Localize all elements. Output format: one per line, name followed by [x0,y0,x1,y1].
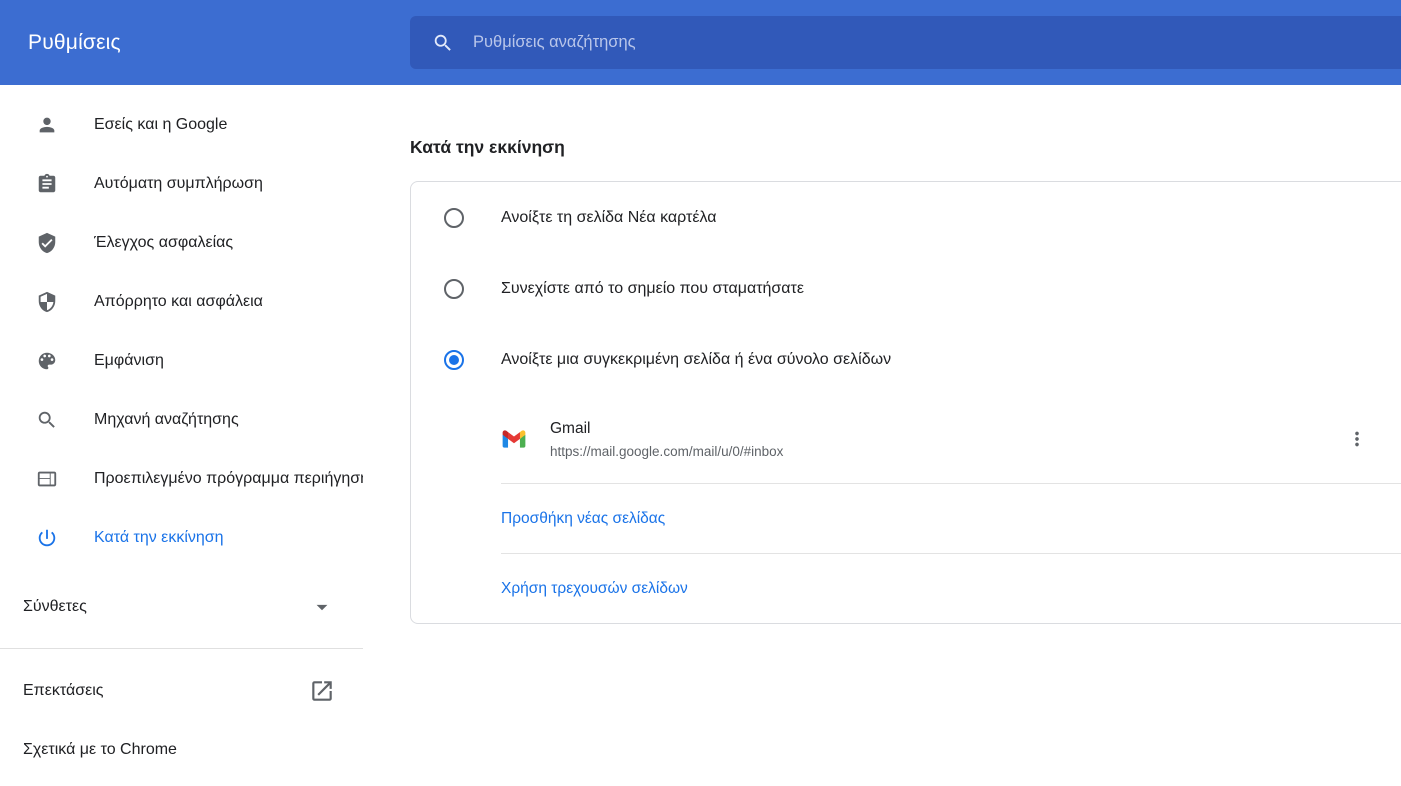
sidebar: Εσείς και η Google Αυτόματη συμπλήρωση Έ… [0,85,363,779]
advanced-label: Σύνθετες [23,598,87,616]
sidebar-item-label: Προεπιλεγμένο πρόγραμμα περιήγησης [94,470,363,488]
startup-page-info: Gmail https://mail.google.com/mail/u/0/#… [550,420,783,459]
sidebar-item-extensions[interactable]: Επεκτάσεις [0,661,363,720]
chevron-down-icon [309,594,335,620]
extensions-label: Επεκτάσεις [23,682,103,700]
default-browser-icon [36,468,58,490]
page-title: Ρυθμίσεις [28,31,121,55]
autofill-clipboard-icon [36,173,58,195]
more-vert-icon [1346,428,1368,450]
sidebar-item-autofill[interactable]: Αυτόματη συμπλήρωση [0,154,363,213]
sidebar-item-label: Απόρρητο και ασφάλεια [94,293,263,311]
sidebar-item-label: Εμφάνιση [94,352,164,370]
sidebar-item-about-chrome[interactable]: Σχετικά με το Chrome [0,720,363,779]
open-in-new-icon [309,678,335,704]
add-new-page-label: Προσθήκη νέας σελίδας [501,510,665,528]
settings-search-bar[interactable] [410,16,1401,69]
radio-option-open-specific-pages[interactable]: Ανοίξτε μια συγκεκριμένη σελίδα ή ένα σύ… [411,324,1401,395]
person-icon [36,114,58,136]
sidebar-item-label: Μηχανή αναζήτησης [94,411,239,429]
startup-page-row: Gmail https://mail.google.com/mail/u/0/#… [411,395,1401,483]
about-chrome-label: Σχετικά με το Chrome [23,741,177,759]
sidebar-item-safety-check[interactable]: Έλεγχος ασφαλείας [0,213,363,272]
radio-option-open-new-tab-page[interactable]: Ανοίξτε τη σελίδα Νέα καρτέλα [411,182,1401,253]
sidebar-item-privacy[interactable]: Απόρρητο και ασφάλεια [0,272,363,331]
appearance-palette-icon [36,350,58,372]
more-actions-button[interactable] [1339,421,1375,457]
section-title: Κατά την εκκίνηση [410,137,1401,158]
sidebar-item-label: Εσείς και η Google [94,116,227,134]
sidebar-item-appearance[interactable]: Εμφάνιση [0,331,363,390]
privacy-shield-icon [36,291,58,313]
on-startup-card: Ανοίξτε τη σελίδα Νέα καρτέλα Συνεχίστε … [410,181,1401,624]
sidebar-item-default-browser[interactable]: Προεπιλεγμένο πρόγραμμα περιήγησης [0,449,363,508]
gmail-icon [501,426,527,452]
sidebar-advanced-toggle[interactable]: Σύνθετες [0,577,363,636]
radio-button-selected[interactable] [444,350,464,370]
search-icon [432,32,454,54]
radio-option-label: Ανοίξτε τη σελίδα Νέα καρτέλα [501,209,717,227]
power-icon [36,527,58,549]
sidebar-item-label: Έλεγχος ασφαλείας [94,234,233,252]
search-input[interactable] [471,32,1400,53]
sidebar-divider [0,648,363,649]
startup-page-url: https://mail.google.com/mail/u/0/#inbox [550,444,783,459]
radio-option-label: Συνεχίστε από το σημείο που σταματήσατε [501,280,804,298]
header: Ρυθμίσεις [0,0,1401,85]
startup-page-title: Gmail [550,420,783,438]
radio-option-label: Ανοίξτε μια συγκεκριμένη σελίδα ή ένα σύ… [501,351,891,369]
add-new-page-button[interactable]: Προσθήκη νέας σελίδας [411,484,1401,553]
sidebar-item-label: Κατά την εκκίνηση [94,529,224,547]
safety-check-shield-icon [36,232,58,254]
radio-button-unselected[interactable] [444,279,464,299]
main-content: Κατά την εκκίνηση Ανοίξτε τη σελίδα Νέα … [410,85,1401,624]
sidebar-item-you-and-google[interactable]: Εσείς και η Google [0,95,363,154]
sidebar-item-on-startup[interactable]: Κατά την εκκίνηση [0,508,363,567]
use-current-pages-button[interactable]: Χρήση τρεχουσών σελίδων [411,554,1401,623]
radio-option-continue-where-left-off[interactable]: Συνεχίστε από το σημείο που σταματήσατε [411,253,1401,324]
search-engine-icon [36,409,58,431]
use-current-pages-label: Χρήση τρεχουσών σελίδων [501,580,688,598]
sidebar-item-label: Αυτόματη συμπλήρωση [94,175,263,193]
sidebar-item-search-engine[interactable]: Μηχανή αναζήτησης [0,390,363,449]
radio-button-unselected[interactable] [444,208,464,228]
